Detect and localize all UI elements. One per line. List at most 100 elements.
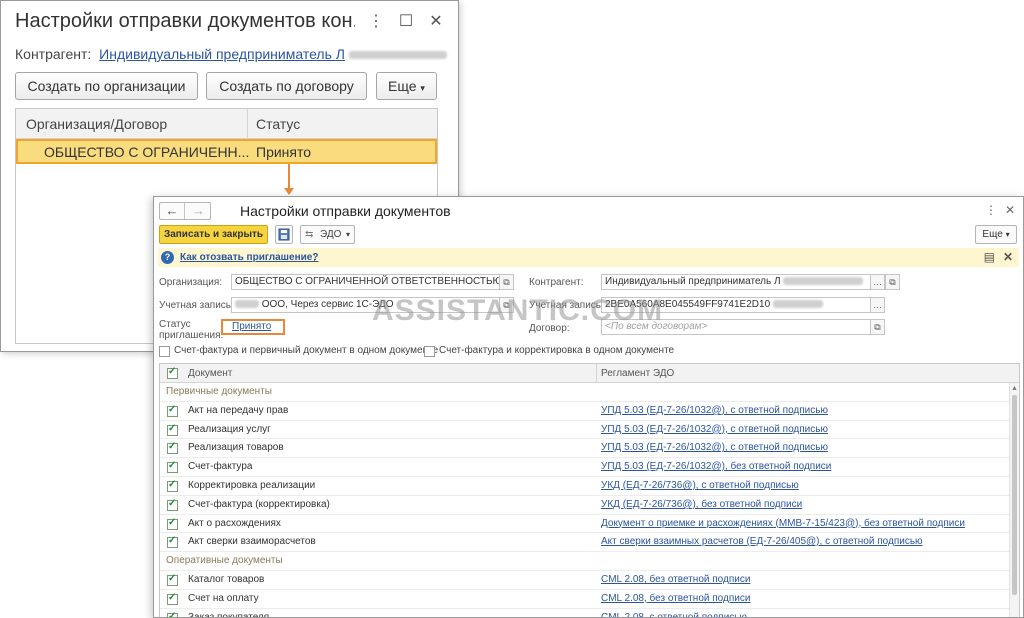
regulation-link[interactable]: CML 2.08, без ответной подписи xyxy=(601,574,750,585)
info-suffix: ; xyxy=(313,252,316,263)
row-checkbox[interactable] xyxy=(167,460,178,474)
forward-arrow-icon[interactable]: → xyxy=(186,203,211,219)
counterparty-label: Контрагент: xyxy=(15,46,92,62)
row-checkbox[interactable] xyxy=(167,498,178,511)
regulation-link[interactable]: Акт сверки взаимных расчетов (ЕД-7-26/40… xyxy=(601,536,923,547)
dropdown-arrow-icon: ▾ xyxy=(345,230,350,239)
create-by-org-button[interactable]: Создать по организации xyxy=(15,72,198,100)
edo-menu-button[interactable]: ⇆ ЭДО ▾ xyxy=(300,225,355,244)
table-row[interactable]: Реализация услуг УПД 5.03 (ЕД-7-26/1032@)… xyxy=(160,421,1009,440)
regulation-link[interactable]: УПД 5.03 (ЕД-7-26/1032@), с ответной под… xyxy=(601,442,828,453)
save-close-button[interactable]: Записать и закрыть xyxy=(159,225,268,244)
regulation-link[interactable]: CML 2.08, без ответной подписи xyxy=(601,593,750,604)
invoice-primary-checkbox[interactable] xyxy=(159,346,170,357)
more-vert-icon[interactable]: ⋮ xyxy=(367,13,385,31)
open-icon[interactable]: ⧉ xyxy=(499,274,514,290)
col-org-contract[interactable]: Организация/Договор xyxy=(26,116,167,132)
col-regulation[interactable]: Регламент ЭДО xyxy=(601,368,674,379)
regulation-link[interactable]: Документ о приемке и расхождениях (ММВ-7… xyxy=(601,518,965,529)
select-all-checkbox[interactable] xyxy=(167,366,178,379)
document-name: Счет на оплату xyxy=(188,592,259,604)
scroll-thumb[interactable] xyxy=(1012,395,1017,595)
regulation-link[interactable]: УКД (ЕД-7-26/736@), без ответной подписи xyxy=(601,499,802,510)
close-icon[interactable]: ✕ xyxy=(1005,203,1015,217)
col-document[interactable]: Документ xyxy=(188,368,232,379)
row-checkbox[interactable] xyxy=(167,592,178,605)
table-row[interactable]: Реализация товаров УПД 5.03 (ЕД-7-26/1032… xyxy=(160,439,1009,459)
row-org: ОБЩЕСТВО С ОГРАНИЧЕНН... xyxy=(44,144,250,160)
document-name: Акт сверки взаиморасчетов xyxy=(188,536,316,548)
org-field[interactable]: ОБЩЕСТВО С ОГРАНИЧЕННОЙ ОТВЕТСТВЕННОСТЬЮ xyxy=(231,274,500,290)
select-button[interactable]: … xyxy=(870,297,885,313)
table-row[interactable]: Заказ покупателя CML 2.08, с ответной под… xyxy=(160,609,1009,618)
row-checkbox[interactable] xyxy=(167,479,178,492)
table-group-row[interactable]: Оперативные документы xyxy=(160,552,1009,571)
back-window-title: Настройки отправки документов кон... xyxy=(15,10,355,32)
counterparty-field[interactable]: Индивидуальный предприниматель Л xyxy=(601,274,871,290)
row-checkbox[interactable] xyxy=(167,535,178,549)
scroll-up-icon[interactable]: ▲ xyxy=(1011,385,1018,392)
vertical-scrollbar[interactable]: ▲ xyxy=(1009,383,1019,617)
row-checkbox[interactable] xyxy=(167,441,178,455)
nav-buttons: ← → xyxy=(159,202,211,220)
table-row[interactable]: Счет на оплату CML 2.08, без ответной под… xyxy=(160,590,1009,609)
col-status[interactable]: Статус xyxy=(256,116,300,132)
more-button[interactable]: Еще ▾ xyxy=(975,225,1017,244)
row-checkbox[interactable] xyxy=(167,404,178,417)
row-checkbox[interactable] xyxy=(167,423,178,436)
row-checkbox[interactable] xyxy=(167,611,178,617)
grid-header: Организация/Договор Статус xyxy=(16,109,437,139)
table-row[interactable]: Счет-фактура УПД 5.03 (ЕД-7-26/1032@), бе… xyxy=(160,458,1009,477)
document-name: Реализация услуг xyxy=(188,423,271,435)
connector-line xyxy=(288,164,290,190)
table-row[interactable]: Каталог товаров CML 2.08, без ответной по… xyxy=(160,571,1009,590)
table-row[interactable]: Акт сверки взаиморасчетов Акт сверки взаи… xyxy=(160,533,1009,553)
connector-arrow-icon xyxy=(284,188,294,195)
document-name: Счет-фактура (корректировка) xyxy=(188,498,330,510)
table-row[interactable]: Корректировка реализации УКД (ЕД-7-26/736… xyxy=(160,477,1009,496)
regulation-link[interactable]: CML 2.08, с ответной подписью xyxy=(601,612,747,617)
document-name: Каталог товаров xyxy=(188,573,265,585)
counterparty-link[interactable]: Индивидуальный предприниматель Л xyxy=(99,46,345,62)
close-icon[interactable]: ✕ xyxy=(427,13,445,31)
regulation-link[interactable]: УПД 5.03 (ЕД-7-26/1032@), с ответной под… xyxy=(601,424,828,435)
regulation-link[interactable]: УПД 5.03 (ЕД-7-26/1032@), без ответной п… xyxy=(601,461,831,472)
invoice-correction-checkbox[interactable] xyxy=(424,346,435,357)
document-name: Акт на передачу прав xyxy=(188,404,289,416)
row-checkbox[interactable] xyxy=(167,517,178,530)
regulation-link[interactable]: УКД (ЕД-7-26/736@), с ответной подписью xyxy=(601,480,799,491)
table-rows: Первичные документы Акт на передачу прав У… xyxy=(160,383,1009,618)
table-row[interactable]: Счет-фактура (корректировка) УКД (ЕД-7-26… xyxy=(160,496,1009,515)
open-icon[interactable]: ⧉ xyxy=(870,319,885,335)
more-vert-icon[interactable]: ⋮ xyxy=(985,203,997,217)
back-window-titlebar: Настройки отправки документов кон... ⋮ ☐… xyxy=(1,1,458,43)
create-by-contract-button[interactable]: Создать по договору xyxy=(206,72,367,100)
invoice-correction-label: Счет-фактура и корректировка в одном док… xyxy=(439,345,675,356)
org-label: Организация: xyxy=(159,277,223,288)
more-button[interactable]: Еще ▾ xyxy=(376,72,437,100)
regulation-link[interactable]: УПД 5.03 (ЕД-7-26/1032@), с ответной под… xyxy=(601,405,828,416)
redacted-text xyxy=(348,51,447,60)
status-link[interactable]: Принято xyxy=(221,319,285,335)
document-name: Корректировка реализации xyxy=(188,479,316,491)
open-icon[interactable]: ⧉ xyxy=(885,274,900,290)
document-icon[interactable]: ▤ xyxy=(984,250,995,264)
front-window-title: Настройки отправки документов xyxy=(240,203,451,219)
counterparty-row: Контрагент: Индивидуальный предпринимате… xyxy=(15,46,447,62)
grid-row-selected[interactable]: ОБЩЕСТВО С ОГРАНИЧЕНН... Принято xyxy=(16,139,437,164)
select-button[interactable]: … xyxy=(870,274,885,290)
table-row[interactable]: Акт о расхождениях Документ о приемке и р… xyxy=(160,515,1009,534)
table-group-row[interactable]: Первичные документы xyxy=(160,383,1009,402)
question-icon: ? xyxy=(161,251,174,264)
row-checkbox[interactable] xyxy=(167,573,178,586)
document-name: Заказ покупателя xyxy=(188,611,270,618)
back-arrow-icon[interactable]: ← xyxy=(160,203,185,219)
maximize-icon[interactable]: ☐ xyxy=(397,13,415,31)
redacted-text xyxy=(772,300,823,309)
table-row[interactable]: Акт на передачу прав УПД 5.03 (ЕД-7-26/10… xyxy=(160,402,1009,421)
row-status: Принято xyxy=(256,144,312,160)
redacted-text xyxy=(783,277,864,286)
save-icon[interactable] xyxy=(275,225,293,244)
revoke-invite-link[interactable]: Как отозвать приглашение? xyxy=(180,252,318,263)
close-infobar-icon[interactable]: ✕ xyxy=(1003,250,1013,264)
